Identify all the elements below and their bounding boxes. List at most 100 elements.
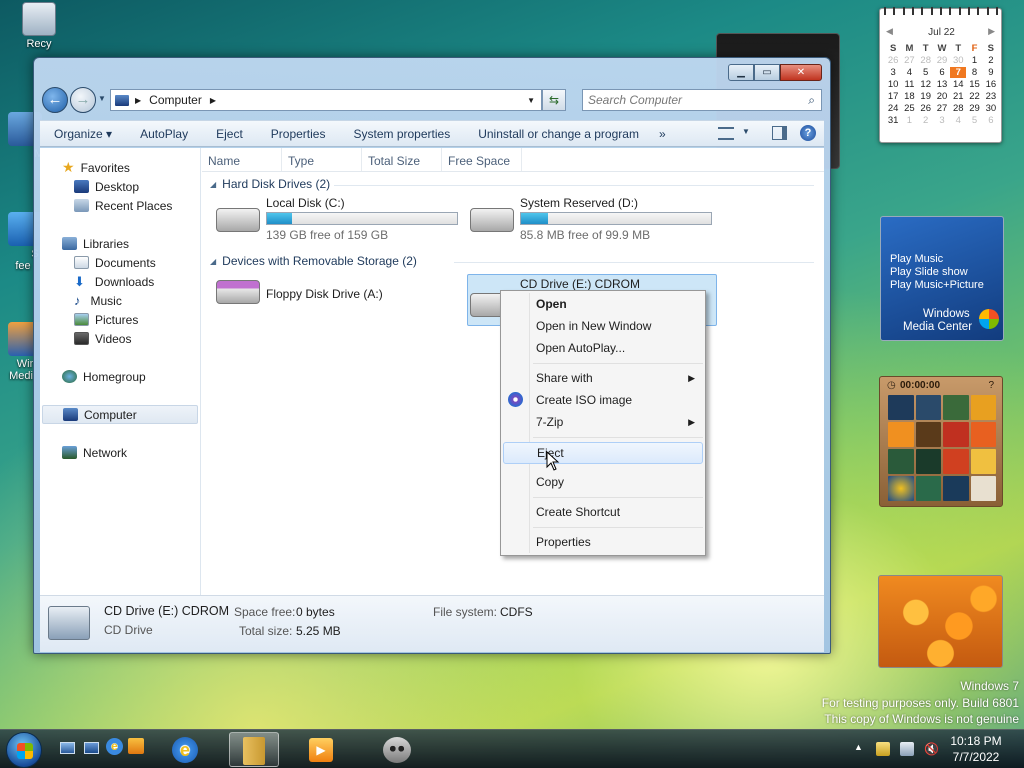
nav-documents[interactable]: Documents bbox=[40, 253, 201, 272]
picture-puzzle-gadget[interactable]: ◷ 00:00:00 ? bbox=[879, 376, 1003, 507]
quicklaunch-ie-icon[interactable]: e bbox=[106, 738, 123, 755]
slideshow-gadget[interactable] bbox=[878, 575, 1003, 668]
calendar-day[interactable]: 2 bbox=[918, 115, 934, 126]
calendar-day[interactable]: 1 bbox=[966, 55, 982, 66]
puzzle-tile[interactable] bbox=[970, 395, 996, 420]
preview-pane-icon[interactable] bbox=[772, 126, 787, 140]
breadcrumb-computer[interactable]: Computer bbox=[149, 93, 202, 107]
calendar-day[interactable]: 21 bbox=[950, 91, 966, 102]
nav-music[interactable]: ♪ Music bbox=[40, 291, 201, 310]
puzzle-tile[interactable] bbox=[943, 395, 969, 420]
network-tray-icon[interactable] bbox=[900, 742, 914, 756]
calendar-day[interactable]: 16 bbox=[983, 79, 999, 90]
menu-item-copy[interactable]: Copy bbox=[503, 471, 703, 493]
calendar-day[interactable]: 3 bbox=[934, 115, 950, 126]
calendar-day[interactable]: 24 bbox=[885, 103, 901, 114]
calendar-day[interactable]: 6 bbox=[934, 67, 950, 78]
puzzle-tile[interactable] bbox=[915, 395, 941, 420]
calendar-day[interactable]: 23 bbox=[983, 91, 999, 102]
puzzle-tile[interactable] bbox=[915, 476, 941, 501]
nav-computer[interactable]: Computer bbox=[42, 405, 198, 424]
calendar-day[interactable]: 27 bbox=[901, 55, 917, 66]
quicklaunch-media-player-icon[interactable] bbox=[128, 738, 144, 754]
start-button[interactable] bbox=[6, 732, 42, 768]
puzzle-tile[interactable] bbox=[943, 422, 969, 447]
calendar-day[interactable]: 12 bbox=[918, 79, 934, 90]
calendar-day[interactable]: 19 bbox=[918, 91, 934, 102]
puzzle-tile[interactable] bbox=[915, 422, 941, 447]
calendar-day[interactable]: 8 bbox=[966, 67, 982, 78]
drive-local-disk-c[interactable]: Local Disk (C:) 139 GB free of 159 GB bbox=[214, 194, 458, 246]
column-name[interactable]: Name bbox=[202, 148, 282, 171]
puzzle-tile[interactable] bbox=[888, 449, 914, 474]
menu-item-open-autoplay[interactable]: Open AutoPlay... bbox=[503, 337, 703, 359]
nav-videos[interactable]: Videos bbox=[40, 329, 201, 348]
back-button[interactable]: ← bbox=[42, 87, 68, 113]
menu-item-create-iso[interactable]: Create ISO image bbox=[503, 389, 703, 411]
taskbar-media-player[interactable]: ▶ bbox=[296, 732, 346, 767]
search-input[interactable]: Search Computer ⌕ bbox=[582, 89, 822, 111]
puzzle-tile[interactable] bbox=[970, 476, 996, 501]
column-free-space[interactable]: Free Space bbox=[442, 148, 522, 171]
calendar-day[interactable]: 20 bbox=[934, 91, 950, 102]
forward-button[interactable]: → bbox=[70, 87, 96, 113]
system-properties-button[interactable]: System properties bbox=[339, 127, 464, 141]
calendar-day[interactable]: 5 bbox=[918, 67, 934, 78]
column-total-size[interactable]: Total Size bbox=[362, 148, 442, 171]
nav-pictures[interactable]: Pictures bbox=[40, 310, 201, 329]
calendar-day[interactable]: 4 bbox=[901, 67, 917, 78]
uninstall-program-button[interactable]: Uninstall or change a program bbox=[464, 127, 653, 141]
puzzle-tile[interactable] bbox=[915, 449, 941, 474]
nav-downloads[interactable]: ⬇ Downloads bbox=[40, 272, 201, 291]
maximize-button[interactable]: ▭ bbox=[754, 64, 780, 81]
menu-item-open-new-window[interactable]: Open in New Window bbox=[503, 315, 703, 337]
desktop-icon-recycle-bin[interactable]: Recy bbox=[14, 2, 64, 50]
calendar-day[interactable]: 25 bbox=[901, 103, 917, 114]
wmc-link[interactable]: Play Slide show bbox=[890, 266, 968, 278]
calendar-gadget[interactable]: ◀ Jul 22 ▶ S M T W T F S 26 27 28 29 30 1 2 3 4 5 6 7 8 9 10 1… bbox=[879, 7, 1002, 143]
taskbar-internet-explorer[interactable]: e bbox=[160, 732, 210, 767]
calendar-day[interactable]: 4 bbox=[950, 115, 966, 126]
calendar-day[interactable]: 15 bbox=[966, 79, 982, 90]
menu-item-eject[interactable]: Eject bbox=[503, 442, 703, 464]
calendar-day[interactable]: 11 bbox=[901, 79, 917, 90]
action-center-icon[interactable] bbox=[876, 742, 890, 756]
change-view-icon[interactable] bbox=[718, 127, 734, 140]
recent-pages-dropdown[interactable]: ▼ bbox=[98, 94, 106, 103]
calendar-day[interactable]: 9 bbox=[983, 67, 999, 78]
puzzle-tile[interactable] bbox=[943, 476, 969, 501]
nav-recent-places[interactable]: Recent Places bbox=[40, 196, 201, 215]
group-hard-disk-drives[interactable]: ◢ Hard Disk Drives (2) bbox=[210, 177, 330, 191]
refresh-button[interactable]: ⇆ bbox=[542, 89, 566, 111]
calendar-day[interactable]: 13 bbox=[934, 79, 950, 90]
calendar-day[interactable]: 7 bbox=[950, 67, 967, 78]
properties-button[interactable]: Properties bbox=[257, 127, 340, 141]
calendar-day[interactable]: 14 bbox=[950, 79, 966, 90]
calendar-day[interactable]: 26 bbox=[885, 55, 901, 66]
minimize-button[interactable]: ▁ bbox=[728, 64, 754, 81]
calendar-day[interactable]: 6 bbox=[983, 115, 999, 126]
next-month-button[interactable]: ▶ bbox=[988, 26, 995, 37]
organize-button[interactable]: Organize ▾ bbox=[40, 127, 126, 141]
autoplay-button[interactable]: AutoPlay bbox=[126, 127, 202, 141]
taskbar-clock[interactable]: 10:18 PM 7/7/2022 bbox=[946, 733, 1006, 765]
menu-item-properties[interactable]: Properties bbox=[503, 531, 703, 553]
volume-muted-icon[interactable]: 🔇 bbox=[924, 742, 939, 756]
address-dropdown-icon[interactable]: ▼ bbox=[527, 96, 535, 105]
puzzle-tile[interactable] bbox=[970, 422, 996, 447]
puzzle-tile[interactable] bbox=[943, 449, 969, 474]
wmc-link[interactable]: Play Music+Picture bbox=[890, 279, 984, 291]
drive-floppy-a[interactable]: Floppy Disk Drive (A:) bbox=[214, 272, 454, 324]
puzzle-tile[interactable] bbox=[888, 476, 914, 501]
view-dropdown-icon[interactable]: ▼ bbox=[742, 127, 750, 136]
calendar-day[interactable]: 3 bbox=[885, 67, 901, 78]
calendar-day[interactable]: 31 bbox=[885, 115, 901, 126]
eject-button[interactable]: Eject bbox=[202, 127, 257, 141]
puzzle-tile[interactable] bbox=[970, 449, 996, 474]
taskbar-windows-explorer[interactable] bbox=[229, 732, 279, 767]
calendar-day[interactable]: 1 bbox=[901, 115, 917, 126]
menu-item-7zip[interactable]: 7-Zip ▶ bbox=[503, 411, 703, 433]
calendar-day[interactable]: 26 bbox=[918, 103, 934, 114]
wmc-link[interactable]: Play Music bbox=[890, 253, 943, 265]
calendar-day[interactable]: 30 bbox=[983, 103, 999, 114]
